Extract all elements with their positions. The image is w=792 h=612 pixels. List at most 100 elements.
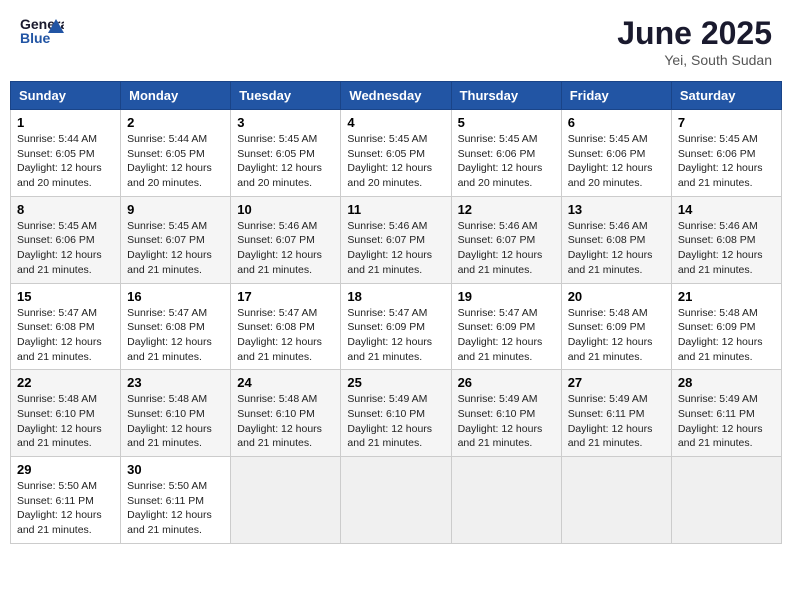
day-info: Sunrise: 5:45 AM Sunset: 6:05 PM Dayligh…	[347, 132, 444, 191]
calendar-cell: 26 Sunrise: 5:49 AM Sunset: 6:10 PM Dayli…	[451, 370, 561, 457]
day-info: Sunrise: 5:44 AM Sunset: 6:05 PM Dayligh…	[127, 132, 224, 191]
day-number: 20	[568, 289, 665, 304]
day-number: 22	[17, 375, 114, 390]
day-number: 27	[568, 375, 665, 390]
day-number: 2	[127, 115, 224, 130]
day-number: 19	[458, 289, 555, 304]
calendar-cell: 9 Sunrise: 5:45 AM Sunset: 6:07 PM Daylig…	[121, 196, 231, 283]
calendar-cell: 18 Sunrise: 5:47 AM Sunset: 6:09 PM Dayli…	[341, 283, 451, 370]
calendar-cell	[341, 457, 451, 544]
day-info: Sunrise: 5:45 AM Sunset: 6:05 PM Dayligh…	[237, 132, 334, 191]
calendar-cell: 25 Sunrise: 5:49 AM Sunset: 6:10 PM Dayli…	[341, 370, 451, 457]
day-number: 24	[237, 375, 334, 390]
calendar-body: 1 Sunrise: 5:44 AM Sunset: 6:05 PM Daylig…	[11, 110, 782, 544]
day-info: Sunrise: 5:50 AM Sunset: 6:11 PM Dayligh…	[127, 479, 224, 538]
day-info: Sunrise: 5:46 AM Sunset: 6:07 PM Dayligh…	[237, 219, 334, 278]
calendar-cell: 17 Sunrise: 5:47 AM Sunset: 6:08 PM Dayli…	[231, 283, 341, 370]
calendar-cell: 29 Sunrise: 5:50 AM Sunset: 6:11 PM Dayli…	[11, 457, 121, 544]
calendar-week-row: 15 Sunrise: 5:47 AM Sunset: 6:08 PM Dayli…	[11, 283, 782, 370]
header: General Blue June 2025 Yei, South Sudan	[10, 10, 782, 73]
calendar-header-thursday: Thursday	[451, 82, 561, 110]
day-number: 13	[568, 202, 665, 217]
calendar-header-sunday: Sunday	[11, 82, 121, 110]
day-info: Sunrise: 5:48 AM Sunset: 6:10 PM Dayligh…	[237, 392, 334, 451]
calendar-cell: 8 Sunrise: 5:45 AM Sunset: 6:06 PM Daylig…	[11, 196, 121, 283]
day-number: 23	[127, 375, 224, 390]
calendar-cell: 15 Sunrise: 5:47 AM Sunset: 6:08 PM Dayli…	[11, 283, 121, 370]
day-info: Sunrise: 5:49 AM Sunset: 6:11 PM Dayligh…	[678, 392, 775, 451]
day-number: 25	[347, 375, 444, 390]
day-number: 3	[237, 115, 334, 130]
day-info: Sunrise: 5:48 AM Sunset: 6:09 PM Dayligh…	[568, 306, 665, 365]
day-info: Sunrise: 5:49 AM Sunset: 6:11 PM Dayligh…	[568, 392, 665, 451]
calendar-cell: 6Sunrise: 5:45 AM Sunset: 6:06 PM Daylig…	[561, 110, 671, 197]
day-info: Sunrise: 5:47 AM Sunset: 6:08 PM Dayligh…	[17, 306, 114, 365]
calendar-cell: 10 Sunrise: 5:46 AM Sunset: 6:07 PM Dayli…	[231, 196, 341, 283]
calendar-cell: 2 Sunrise: 5:44 AM Sunset: 6:05 PM Daylig…	[121, 110, 231, 197]
day-info: Sunrise: 5:48 AM Sunset: 6:10 PM Dayligh…	[17, 392, 114, 451]
day-number: 1	[17, 115, 114, 130]
calendar-cell: 23 Sunrise: 5:48 AM Sunset: 6:10 PM Dayli…	[121, 370, 231, 457]
day-number: 11	[347, 202, 444, 217]
logo-icon: General Blue	[20, 15, 64, 47]
day-number: 29	[17, 462, 114, 477]
calendar-cell: 1 Sunrise: 5:44 AM Sunset: 6:05 PM Daylig…	[11, 110, 121, 197]
day-info: Sunrise: 5:50 AM Sunset: 6:11 PM Dayligh…	[17, 479, 114, 538]
day-number: 10	[237, 202, 334, 217]
calendar-cell: 27 Sunrise: 5:49 AM Sunset: 6:11 PM Dayli…	[561, 370, 671, 457]
month-title: June 2025	[617, 15, 772, 52]
logo: General Blue	[20, 15, 64, 47]
calendar-cell: 12 Sunrise: 5:46 AM Sunset: 6:07 PM Dayli…	[451, 196, 561, 283]
day-info: Sunrise: 5:47 AM Sunset: 6:08 PM Dayligh…	[127, 306, 224, 365]
day-info: Sunrise: 5:45 AM Sunset: 6:07 PM Dayligh…	[127, 219, 224, 278]
day-info: Sunrise: 5:46 AM Sunset: 6:08 PM Dayligh…	[568, 219, 665, 278]
title-area: June 2025 Yei, South Sudan	[617, 15, 772, 68]
calendar-header-tuesday: Tuesday	[231, 82, 341, 110]
day-number: 4	[347, 115, 444, 130]
calendar-cell: 16Sunrise: 5:47 AM Sunset: 6:08 PM Dayli…	[121, 283, 231, 370]
day-info: Sunrise: 5:46 AM Sunset: 6:07 PM Dayligh…	[458, 219, 555, 278]
day-number: 28	[678, 375, 775, 390]
day-number: 8	[17, 202, 114, 217]
day-info: Sunrise: 5:47 AM Sunset: 6:09 PM Dayligh…	[458, 306, 555, 365]
calendar-header-friday: Friday	[561, 82, 671, 110]
day-info: Sunrise: 5:45 AM Sunset: 6:06 PM Dayligh…	[17, 219, 114, 278]
calendar-cell	[561, 457, 671, 544]
day-info: Sunrise: 5:45 AM Sunset: 6:06 PM Dayligh…	[458, 132, 555, 191]
day-info: Sunrise: 5:48 AM Sunset: 6:10 PM Dayligh…	[127, 392, 224, 451]
calendar-cell: 4 Sunrise: 5:45 AM Sunset: 6:05 PM Daylig…	[341, 110, 451, 197]
day-number: 30	[127, 462, 224, 477]
day-number: 5	[458, 115, 555, 130]
calendar-cell	[451, 457, 561, 544]
calendar-cell	[671, 457, 781, 544]
calendar-cell: 21Sunrise: 5:48 AM Sunset: 6:09 PM Dayli…	[671, 283, 781, 370]
calendar-cell: 7Sunrise: 5:45 AM Sunset: 6:06 PM Daylig…	[671, 110, 781, 197]
day-info: Sunrise: 5:49 AM Sunset: 6:10 PM Dayligh…	[458, 392, 555, 451]
day-info: Sunrise: 5:47 AM Sunset: 6:09 PM Dayligh…	[347, 306, 444, 365]
day-number: 12	[458, 202, 555, 217]
calendar-cell: 19 Sunrise: 5:47 AM Sunset: 6:09 PM Dayli…	[451, 283, 561, 370]
calendar-cell: 24 Sunrise: 5:48 AM Sunset: 6:10 PM Dayli…	[231, 370, 341, 457]
day-number: 14	[678, 202, 775, 217]
calendar-cell: 22 Sunrise: 5:48 AM Sunset: 6:10 PM Dayli…	[11, 370, 121, 457]
calendar-cell: 30 Sunrise: 5:50 AM Sunset: 6:11 PM Dayli…	[121, 457, 231, 544]
calendar-cell: 13 Sunrise: 5:46 AM Sunset: 6:08 PM Dayli…	[561, 196, 671, 283]
calendar-header-wednesday: Wednesday	[341, 82, 451, 110]
calendar-table: SundayMondayTuesdayWednesdayThursdayFrid…	[10, 81, 782, 544]
day-info: Sunrise: 5:44 AM Sunset: 6:05 PM Dayligh…	[17, 132, 114, 191]
calendar-week-row: 1 Sunrise: 5:44 AM Sunset: 6:05 PM Daylig…	[11, 110, 782, 197]
day-number: 18	[347, 289, 444, 304]
calendar-cell: 3 Sunrise: 5:45 AM Sunset: 6:05 PM Daylig…	[231, 110, 341, 197]
day-info: Sunrise: 5:49 AM Sunset: 6:10 PM Dayligh…	[347, 392, 444, 451]
calendar-header-saturday: Saturday	[671, 82, 781, 110]
day-number: 17	[237, 289, 334, 304]
calendar-cell: 5 Sunrise: 5:45 AM Sunset: 6:06 PM Daylig…	[451, 110, 561, 197]
day-number: 9	[127, 202, 224, 217]
day-number: 15	[17, 289, 114, 304]
calendar-week-row: 29 Sunrise: 5:50 AM Sunset: 6:11 PM Dayli…	[11, 457, 782, 544]
day-number: 26	[458, 375, 555, 390]
calendar-cell: 11Sunrise: 5:46 AM Sunset: 6:07 PM Dayli…	[341, 196, 451, 283]
day-info: Sunrise: 5:47 AM Sunset: 6:08 PM Dayligh…	[237, 306, 334, 365]
calendar-header-row: SundayMondayTuesdayWednesdayThursdayFrid…	[11, 82, 782, 110]
day-number: 21	[678, 289, 775, 304]
